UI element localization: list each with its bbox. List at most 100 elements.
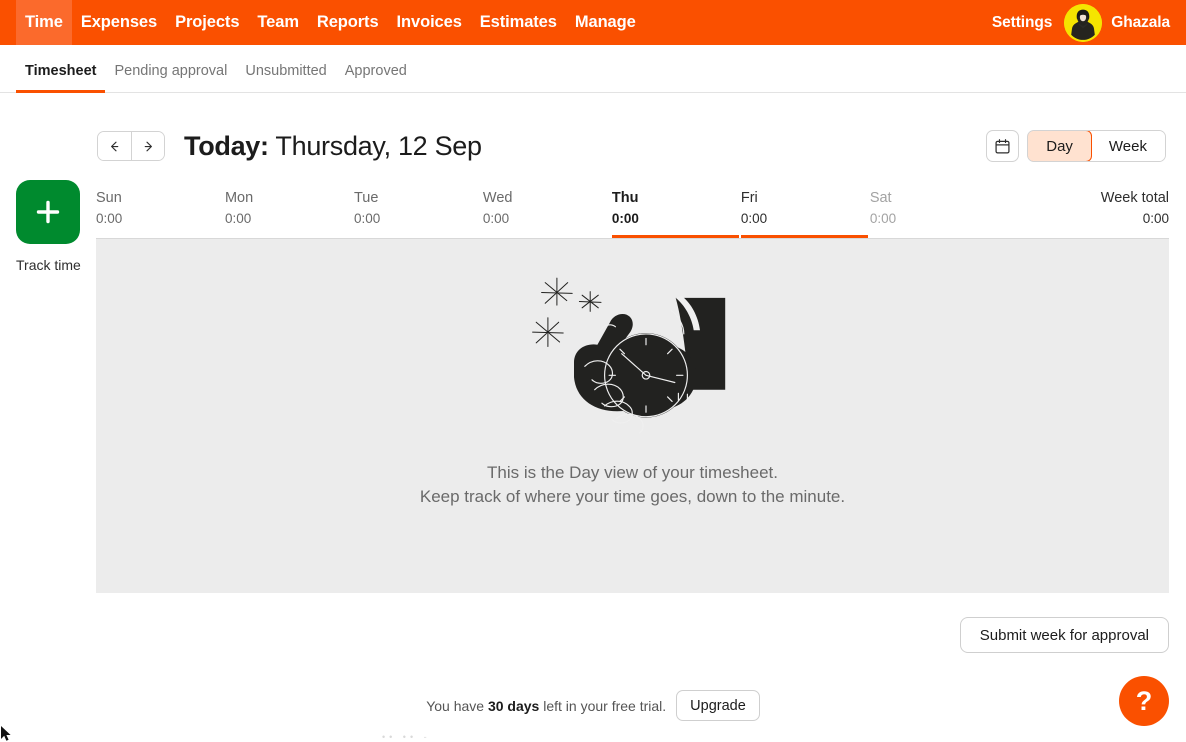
app-window: Time Expenses Projects Team Reports Invo…: [0, 0, 1186, 742]
day-column-mon[interactable]: Mon 0:00: [225, 182, 354, 238]
trial-days-remaining: 30 days: [487, 697, 540, 714]
tab-pending-approval[interactable]: Pending approval: [105, 63, 236, 92]
nav-item-projects[interactable]: Projects: [166, 0, 248, 45]
track-time-button[interactable]: Track time: [16, 180, 81, 273]
upgrade-button[interactable]: Upgrade: [676, 690, 760, 721]
date-stepper: [97, 131, 165, 161]
nav-item-invoices-label: Invoices: [396, 13, 462, 31]
cursor-pointer-icon: [1, 726, 11, 741]
next-day-button[interactable]: [131, 132, 164, 160]
day-column-sat-total: 0:00: [869, 211, 897, 226]
question-mark-icon: ?: [1135, 685, 1153, 716]
nav-item-invoices[interactable]: Invoices: [388, 0, 471, 45]
footer-ghost-text: •• •• -: [382, 732, 431, 742]
tab-timesheet-label: Timesheet: [25, 63, 97, 79]
tab-approved[interactable]: Approved: [336, 63, 416, 92]
view-controls: Day Week: [986, 130, 1166, 162]
page-title-prefix: Today:: [184, 130, 269, 161]
week-header-row: Sun 0:00 Mon 0:00 Tue 0:00 Wed 0:00 Thu …: [96, 182, 1169, 238]
primary-nav-items: Time Expenses Projects Team Reports Invo…: [0, 0, 645, 45]
day-column-sun-total: 0:00: [96, 211, 123, 226]
hand-holding-stopwatch-illustration: [532, 277, 726, 434]
nav-item-estimates-label: Estimates: [479, 13, 557, 31]
trial-text-after: left in your free trial.: [539, 697, 667, 714]
nav-item-team[interactable]: Team: [248, 0, 307, 45]
view-toggle-week-label: Week: [1108, 137, 1147, 155]
nav-item-time-label: Time: [25, 13, 63, 31]
track-time-label: Track time: [16, 257, 81, 273]
submit-week-button[interactable]: Submit week for approval: [959, 617, 1169, 653]
empty-state-line-1: This is the Day view of your timesheet.: [486, 463, 778, 482]
day-column-thu-total: 0:00: [611, 211, 639, 226]
submit-week-button-label: Submit week for approval: [979, 626, 1149, 644]
tab-unsubmitted[interactable]: Unsubmitted: [236, 63, 335, 92]
day-column-wed[interactable]: Wed 0:00: [483, 182, 612, 238]
nav-item-team-label: Team: [257, 13, 299, 31]
view-toggle-day-label: Day: [1046, 137, 1073, 155]
day-column-thu[interactable]: Thu 0:00: [611, 182, 741, 238]
week-total-label: Week total: [1100, 190, 1170, 206]
timesheet-empty-state: This is the Day view of your timesheet. …: [96, 239, 1169, 593]
primary-navigation-bar: Time Expenses Projects Team Reports Invo…: [0, 0, 1186, 45]
page-title-date: Thursday, 12 Sep: [275, 130, 482, 161]
week-total-column: Week total 0:00: [999, 182, 1169, 238]
day-column-sun-name: Sun: [96, 190, 122, 206]
arrow-right-icon: [144, 141, 152, 151]
plus-icon: [37, 200, 60, 224]
arrow-left-icon: [111, 141, 119, 151]
tab-timesheet[interactable]: Timesheet: [16, 63, 106, 93]
day-column-sun[interactable]: Sun 0:00: [96, 182, 225, 238]
day-column-wed-total: 0:00: [482, 211, 510, 226]
view-toggle-day[interactable]: Day: [1028, 131, 1092, 161]
week-total-value: 0:00: [1142, 211, 1170, 226]
upgrade-button-label: Upgrade: [690, 697, 746, 714]
user-name-label: Ghazala: [1111, 13, 1170, 31]
nav-item-estimates[interactable]: Estimates: [471, 0, 566, 45]
day-column-mon-name: Mon: [224, 190, 254, 206]
primary-nav-user-area: Settings Ghazala: [992, 0, 1186, 45]
view-toggle-week[interactable]: Week: [1090, 131, 1165, 161]
day-column-fri[interactable]: Fri 0:00: [740, 182, 870, 238]
trial-message: You have 30 days left in your free trial…: [426, 698, 666, 714]
nav-item-manage-label: Manage: [574, 13, 636, 31]
nav-item-time[interactable]: Time: [16, 0, 72, 45]
timesheet-panel: Sun 0:00 Mon 0:00 Tue 0:00 Wed 0:00 Thu …: [96, 182, 1169, 593]
tab-unsubmitted-label: Unsubmitted: [245, 63, 327, 79]
trial-banner: You have 30 days left in your free trial…: [0, 690, 1186, 721]
day-column-mon-total: 0:00: [224, 211, 252, 226]
submit-row: Submit week for approval: [0, 617, 1186, 653]
calendar-icon: [995, 138, 1010, 154]
timesheet-tabs: Timesheet Pending approval Unsubmitted A…: [0, 45, 1186, 93]
day-column-fri-name: Fri: [740, 190, 758, 206]
tab-approved-label: Approved: [344, 63, 407, 79]
nav-item-reports[interactable]: Reports: [308, 0, 388, 45]
day-week-toggle: Day Week: [1027, 130, 1166, 162]
tab-pending-approval-label: Pending approval: [114, 63, 228, 79]
empty-state-text: This is the Day view of your timesheet. …: [420, 461, 845, 509]
nav-item-expenses-label: Expenses: [80, 13, 158, 31]
previous-day-button[interactable]: [98, 132, 131, 160]
nav-item-projects-label: Projects: [175, 13, 240, 31]
day-column-tue-name: Tue: [353, 190, 379, 206]
nav-item-expenses[interactable]: Expenses: [72, 0, 166, 45]
day-column-thu-name: Thu: [611, 190, 639, 206]
help-button[interactable]: ?: [1119, 676, 1169, 726]
day-column-sat[interactable]: Sat 0:00: [870, 182, 999, 238]
track-time-button-surface: [16, 180, 81, 244]
nav-item-manage[interactable]: Manage: [566, 0, 645, 45]
avatar: [1064, 3, 1103, 42]
day-column-sat-name: Sat: [869, 190, 892, 206]
user-menu[interactable]: Ghazala: [1064, 3, 1170, 42]
user-photo-avatar-icon: [1064, 3, 1103, 42]
empty-state-line-2: Keep track of where your time goes, down…: [419, 487, 846, 506]
day-column-tue-total: 0:00: [353, 211, 381, 226]
nav-item-reports-label: Reports: [316, 13, 379, 31]
page-title: Today: Thursday, 12 Sep: [184, 131, 482, 162]
day-column-fri-total: 0:00: [740, 211, 768, 226]
trial-text-before: You have: [426, 697, 488, 714]
day-column-wed-name: Wed: [482, 190, 513, 206]
day-column-tue[interactable]: Tue 0:00: [354, 182, 483, 238]
date-navigation-row: Today: Thursday, 12 Sep Day Week: [0, 120, 1186, 172]
calendar-picker-button[interactable]: [986, 130, 1020, 162]
settings-link[interactable]: Settings: [992, 14, 1052, 32]
